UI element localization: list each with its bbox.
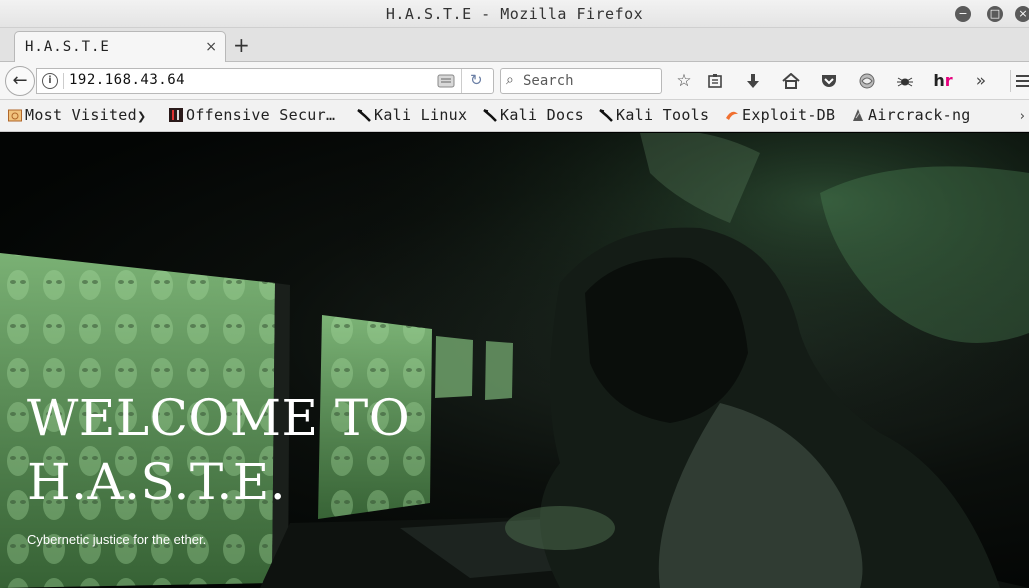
hacker-background-image bbox=[0, 133, 1029, 588]
bookmark-kali-docs[interactable]: Kali Docs bbox=[483, 106, 584, 126]
folder-icon bbox=[8, 109, 22, 122]
close-window-icon[interactable]: × bbox=[1015, 6, 1029, 22]
hackerrank-icon[interactable]: hr bbox=[932, 70, 954, 92]
reader-view-icon[interactable] bbox=[437, 74, 455, 88]
reload-icon[interactable]: ↻ bbox=[470, 71, 483, 89]
bookmark-most-visited[interactable]: Most Visited❯ bbox=[8, 106, 147, 126]
url-bar[interactable]: i 192.168.43.64 ↻ bbox=[36, 68, 494, 94]
tab-haste[interactable]: H.A.S.T.E × bbox=[14, 31, 226, 62]
reading-list-icon[interactable] bbox=[704, 70, 726, 92]
window-title: H.A.S.T.E - Mozilla Firefox bbox=[385, 5, 644, 23]
tab-close-icon[interactable]: × bbox=[205, 39, 217, 55]
bookmarks-toolbar: Most Visited❯ Offensive Secur… Kali Linu… bbox=[0, 100, 1029, 132]
search-input[interactable] bbox=[523, 71, 655, 91]
search-icon: ⌕ bbox=[506, 72, 514, 88]
hero-section: WELCOME TO H.A.S.T.E. Cybernetic justice… bbox=[0, 133, 1029, 588]
aircrack-icon bbox=[853, 109, 863, 121]
back-button[interactable]: ← bbox=[5, 66, 35, 96]
tab-label: H.A.S.T.E bbox=[25, 39, 110, 55]
offsec-icon bbox=[169, 108, 183, 122]
url-text[interactable]: 192.168.43.64 bbox=[69, 72, 185, 88]
star-icon[interactable]: ☆ bbox=[673, 70, 695, 92]
menu-icon[interactable] bbox=[1010, 70, 1029, 92]
search-box[interactable]: ⌕ bbox=[500, 68, 662, 94]
kali-icon bbox=[599, 109, 613, 122]
window-titlebar: H.A.S.T.E - Mozilla Firefox − □ × bbox=[0, 0, 1029, 28]
minimize-icon[interactable]: − bbox=[955, 6, 971, 22]
hero-title-line1: WELCOME TO bbox=[27, 389, 411, 447]
exploitdb-icon bbox=[726, 111, 738, 120]
spider-icon[interactable] bbox=[894, 70, 916, 92]
download-icon[interactable] bbox=[742, 70, 764, 92]
pocket-icon[interactable] bbox=[818, 70, 840, 92]
bookmark-exploit-db[interactable]: Exploit-DB bbox=[725, 106, 835, 126]
hero-subtitle: Cybernetic justice for the ether. bbox=[27, 532, 207, 547]
bookmarks-overflow-icon[interactable]: › bbox=[1020, 109, 1025, 124]
kali-icon bbox=[483, 109, 497, 122]
extension-icon[interactable] bbox=[856, 70, 878, 92]
tab-strip: H.A.S.T.E × + bbox=[0, 28, 1029, 62]
home-icon[interactable] bbox=[780, 70, 802, 92]
hero-title: WELCOME TO H.A.S.T.E. bbox=[27, 386, 527, 514]
hero-title-line2: H.A.S.T.E. bbox=[27, 453, 287, 511]
bookmark-kali-tools[interactable]: Kali Tools bbox=[599, 106, 709, 126]
kali-icon bbox=[357, 109, 371, 122]
bookmark-kali-linux[interactable]: Kali Linux bbox=[357, 106, 467, 126]
url-separator bbox=[63, 73, 64, 89]
overflow-icon[interactable]: » bbox=[970, 70, 992, 92]
bookmark-aircrack-ng[interactable]: Aircrack-ng bbox=[851, 106, 971, 126]
back-arrow-icon: ← bbox=[12, 70, 28, 91]
maximize-icon[interactable]: □ bbox=[987, 6, 1003, 22]
reload-separator bbox=[461, 69, 462, 93]
chevron-down-icon: ❯ bbox=[136, 110, 147, 123]
site-info-icon[interactable]: i bbox=[42, 73, 58, 89]
new-tab-button[interactable]: + bbox=[233, 33, 250, 57]
bookmark-offensive-security[interactable]: Offensive Secur… bbox=[169, 106, 335, 126]
